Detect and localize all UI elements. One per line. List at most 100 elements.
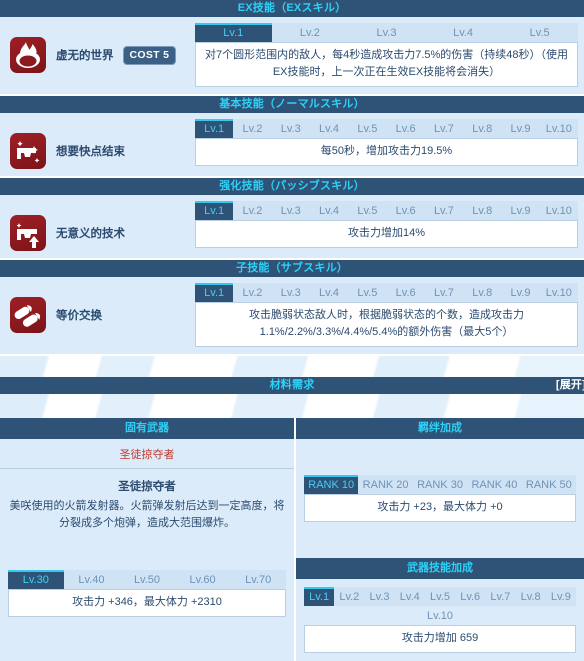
column-weapon: 固有武器 圣徒掠夺者 圣徒掠夺者 美咲使用的火箭发射器。火箭弹发射后达到一定高度… xyxy=(0,418,296,661)
level-tabs-sub: Lv.1 Lv.2 Lv.3 Lv.4 Lv.5 Lv.6 Lv.7 Lv.8 … xyxy=(195,283,578,302)
section-header-ex: EX技能（EXスキル） xyxy=(0,0,584,17)
section-header-materials: 材料需求 [展开] xyxy=(0,377,584,394)
section-header-sub: 子技能（サブスキル） xyxy=(0,260,584,277)
level-tab-normal-4[interactable]: Lv.4 xyxy=(309,119,349,138)
level-tab-sub-3[interactable]: Lv.3 xyxy=(271,283,310,302)
level-tab-weapon-60[interactable]: Lv.60 xyxy=(174,570,231,589)
weapon-name: 圣徒掠夺者 xyxy=(118,481,176,493)
skill-passive-description: 攻击力增加14% xyxy=(195,220,578,248)
level-tabs-weapon: Lv.30 Lv.40 Lv.50 Lv.60 Lv.70 xyxy=(8,570,286,589)
level-tab-wskill-1[interactable]: Lv.1 xyxy=(304,587,335,606)
weapon-body: 圣徒掠夺者 圣徒掠夺者 美咲使用的火箭发射器。火箭弹发射后达到一定高度，将分裂成… xyxy=(0,439,294,625)
expand-link[interactable]: [展开] xyxy=(556,377,584,394)
level-tab-normal-2[interactable]: Lv.2 xyxy=(233,119,272,138)
level-tab-sub-7[interactable]: Lv.7 xyxy=(424,283,464,302)
level-tab-wskill-4[interactable]: Lv.4 xyxy=(394,587,425,606)
skill-normal-identity: 想要快点结束 xyxy=(10,119,195,169)
flame-icon xyxy=(10,37,46,73)
level-tab-passive-8[interactable]: Lv.8 xyxy=(463,201,502,220)
detail-columns: 固有武器 圣徒掠夺者 圣徒掠夺者 美咲使用的火箭发射器。火箭弹发射后达到一定高度… xyxy=(0,418,584,661)
rank-tab-bond-10[interactable]: RANK 10 xyxy=(304,475,359,494)
bond-body: RANK 10 RANK 20 RANK 30 RANK 40 RANK 50 … xyxy=(296,439,584,558)
bond-rank-area: RANK 10 RANK 20 RANK 30 RANK 40 RANK 50 … xyxy=(296,439,584,558)
skill-page: EX技能（EXスキル） 虚无的世界 COST 5 Lv.1 Lv.2 Lv.3 … xyxy=(0,0,584,661)
skill-sub-detail: Lv.1 Lv.2 Lv.3 Lv.4 Lv.5 Lv.6 Lv.7 Lv.8 … xyxy=(195,283,578,347)
skill-ex-identity: 虚无的世界 COST 5 xyxy=(10,23,195,73)
skill-row-passive: 无意义的技术 Lv.1 Lv.2 Lv.3 Lv.4 Lv.5 Lv.6 Lv.… xyxy=(0,195,584,260)
level-tab-normal-1[interactable]: Lv.1 xyxy=(195,119,234,138)
skill-normal-name: 想要快点结束 xyxy=(56,146,125,158)
level-tab-normal-5[interactable]: Lv.5 xyxy=(348,119,387,138)
level-tabs-passive: Lv.1 Lv.2 Lv.3 Lv.4 Lv.5 Lv.6 Lv.7 Lv.8 … xyxy=(195,201,578,220)
level-tab-weapon-70[interactable]: Lv.70 xyxy=(230,570,286,589)
section-header-normal: 基本技能（ノーマルスキル） xyxy=(0,96,584,113)
level-tab-normal-9[interactable]: Lv.9 xyxy=(501,119,540,138)
rank-tab-bond-30[interactable]: RANK 30 xyxy=(412,475,468,494)
level-tab-passive-6[interactable]: Lv.6 xyxy=(386,201,425,220)
level-tab-wskill-5[interactable]: Lv.5 xyxy=(424,587,456,606)
level-tab-wskill-6[interactable]: Lv.6 xyxy=(455,587,486,606)
level-tab-passive-5[interactable]: Lv.5 xyxy=(348,201,387,220)
level-tab-ex-1[interactable]: Lv.1 xyxy=(195,23,272,42)
level-tab-sub-4[interactable]: Lv.4 xyxy=(309,283,349,302)
level-tab-ex-2[interactable]: Lv.2 xyxy=(271,23,349,42)
level-tab-passive-4[interactable]: Lv.4 xyxy=(309,201,349,220)
level-tab-wskill-8[interactable]: Lv.8 xyxy=(515,587,546,606)
level-tab-wskill-10[interactable]: Lv.10 xyxy=(304,606,576,625)
level-tab-passive-1[interactable]: Lv.1 xyxy=(195,201,234,220)
level-tab-weapon-50[interactable]: Lv.50 xyxy=(119,570,175,589)
level-tab-ex-5[interactable]: Lv.5 xyxy=(501,23,578,42)
level-tab-passive-3[interactable]: Lv.3 xyxy=(271,201,310,220)
level-tab-sub-1[interactable]: Lv.1 xyxy=(195,283,234,302)
level-tab-wskill-9[interactable]: Lv.9 xyxy=(545,587,576,606)
level-tab-sub-2[interactable]: Lv.2 xyxy=(233,283,272,302)
level-tab-wskill-7[interactable]: Lv.7 xyxy=(485,587,516,606)
skill-ex-detail: Lv.1 Lv.2 Lv.3 Lv.4 Lv.5 对7个圆形范围内的敌人，每4秒… xyxy=(195,23,578,87)
level-tab-passive-9[interactable]: Lv.9 xyxy=(501,201,540,220)
level-tab-weapon-40[interactable]: Lv.40 xyxy=(63,570,120,589)
rank-tab-bond-20[interactable]: RANK 20 xyxy=(358,475,413,494)
level-tab-sub-10[interactable]: Lv.10 xyxy=(539,283,578,302)
level-tab-ex-3[interactable]: Lv.3 xyxy=(348,23,425,42)
level-tab-normal-10[interactable]: Lv.10 xyxy=(539,119,578,138)
skill-row-normal: 想要快点结束 Lv.1 Lv.2 Lv.3 Lv.4 Lv.5 Lv.6 Lv.… xyxy=(0,113,584,178)
level-tab-normal-7[interactable]: Lv.7 xyxy=(424,119,464,138)
section-header-normal-label: 基本技能（ノーマルスキル） xyxy=(219,98,365,110)
skill-normal-detail: Lv.1 Lv.2 Lv.3 Lv.4 Lv.5 Lv.6 Lv.7 Lv.8 … xyxy=(195,119,578,166)
weapon-skill-body: Lv.1 Lv.2 Lv.3 Lv.4 Lv.5 Lv.6 Lv.7 Lv.8 … xyxy=(296,579,584,661)
level-tab-passive-2[interactable]: Lv.2 xyxy=(233,201,272,220)
level-tab-normal-6[interactable]: Lv.6 xyxy=(386,119,425,138)
section-header-materials-label: 材料需求 xyxy=(269,379,315,391)
level-tab-sub-6[interactable]: Lv.6 xyxy=(386,283,425,302)
skill-row-ex: 虚无的世界 COST 5 Lv.1 Lv.2 Lv.3 Lv.4 Lv.5 对7… xyxy=(0,17,584,96)
pistol-sparkle-icon xyxy=(10,133,46,169)
pistol-arrow-icon xyxy=(10,215,46,251)
level-tabs-ex: Lv.1 Lv.2 Lv.3 Lv.4 Lv.5 xyxy=(195,23,578,42)
skill-sub-identity: 等价交换 xyxy=(10,283,195,333)
level-tab-sub-5[interactable]: Lv.5 xyxy=(348,283,387,302)
level-tab-wskill-3[interactable]: Lv.3 xyxy=(364,587,395,606)
level-tab-normal-3[interactable]: Lv.3 xyxy=(271,119,310,138)
rank-tab-bond-40[interactable]: RANK 40 xyxy=(467,475,522,494)
background-strip-upper xyxy=(0,356,584,377)
bond-stat-text: 攻击力 +23，最大体力 +0 xyxy=(304,494,576,522)
level-tab-weapon-30[interactable]: Lv.30 xyxy=(8,570,64,589)
level-tab-passive-10[interactable]: Lv.10 xyxy=(539,201,578,220)
weapon-title-red: 圣徒掠夺者 xyxy=(0,439,294,469)
rank-tab-bond-50[interactable]: RANK 50 xyxy=(521,475,577,494)
cost-badge: COST 5 xyxy=(122,45,177,65)
skill-ex-name: 虚无的世界 xyxy=(56,50,114,62)
section-header-passive: 强化技能（パッシブスキル） xyxy=(0,178,584,195)
column-header-bond: 羁绊加成 xyxy=(296,418,584,439)
section-header-sub-label: 子技能（サブスキル） xyxy=(236,262,348,274)
level-tab-ex-4[interactable]: Lv.4 xyxy=(424,23,502,42)
level-tab-sub-8[interactable]: Lv.8 xyxy=(463,283,502,302)
level-tab-sub-9[interactable]: Lv.9 xyxy=(501,283,540,302)
level-tab-passive-7[interactable]: Lv.7 xyxy=(424,201,464,220)
level-tabs-weapon-skill: Lv.1 Lv.2 Lv.3 Lv.4 Lv.5 Lv.6 Lv.7 Lv.8 … xyxy=(304,587,576,606)
level-tab-wskill-2[interactable]: Lv.2 xyxy=(334,587,365,606)
weapon-description: 美咲使用的火箭发射器。火箭弹发射后达到一定高度，将分裂成多个炮弹，造成大范围爆炸… xyxy=(9,500,285,529)
skill-passive-name: 无意义的技术 xyxy=(56,228,125,240)
skill-row-sub: 等价交换 Lv.1 Lv.2 Lv.3 Lv.4 Lv.5 Lv.6 Lv.7 … xyxy=(0,277,584,356)
level-tab-normal-8[interactable]: Lv.8 xyxy=(463,119,502,138)
